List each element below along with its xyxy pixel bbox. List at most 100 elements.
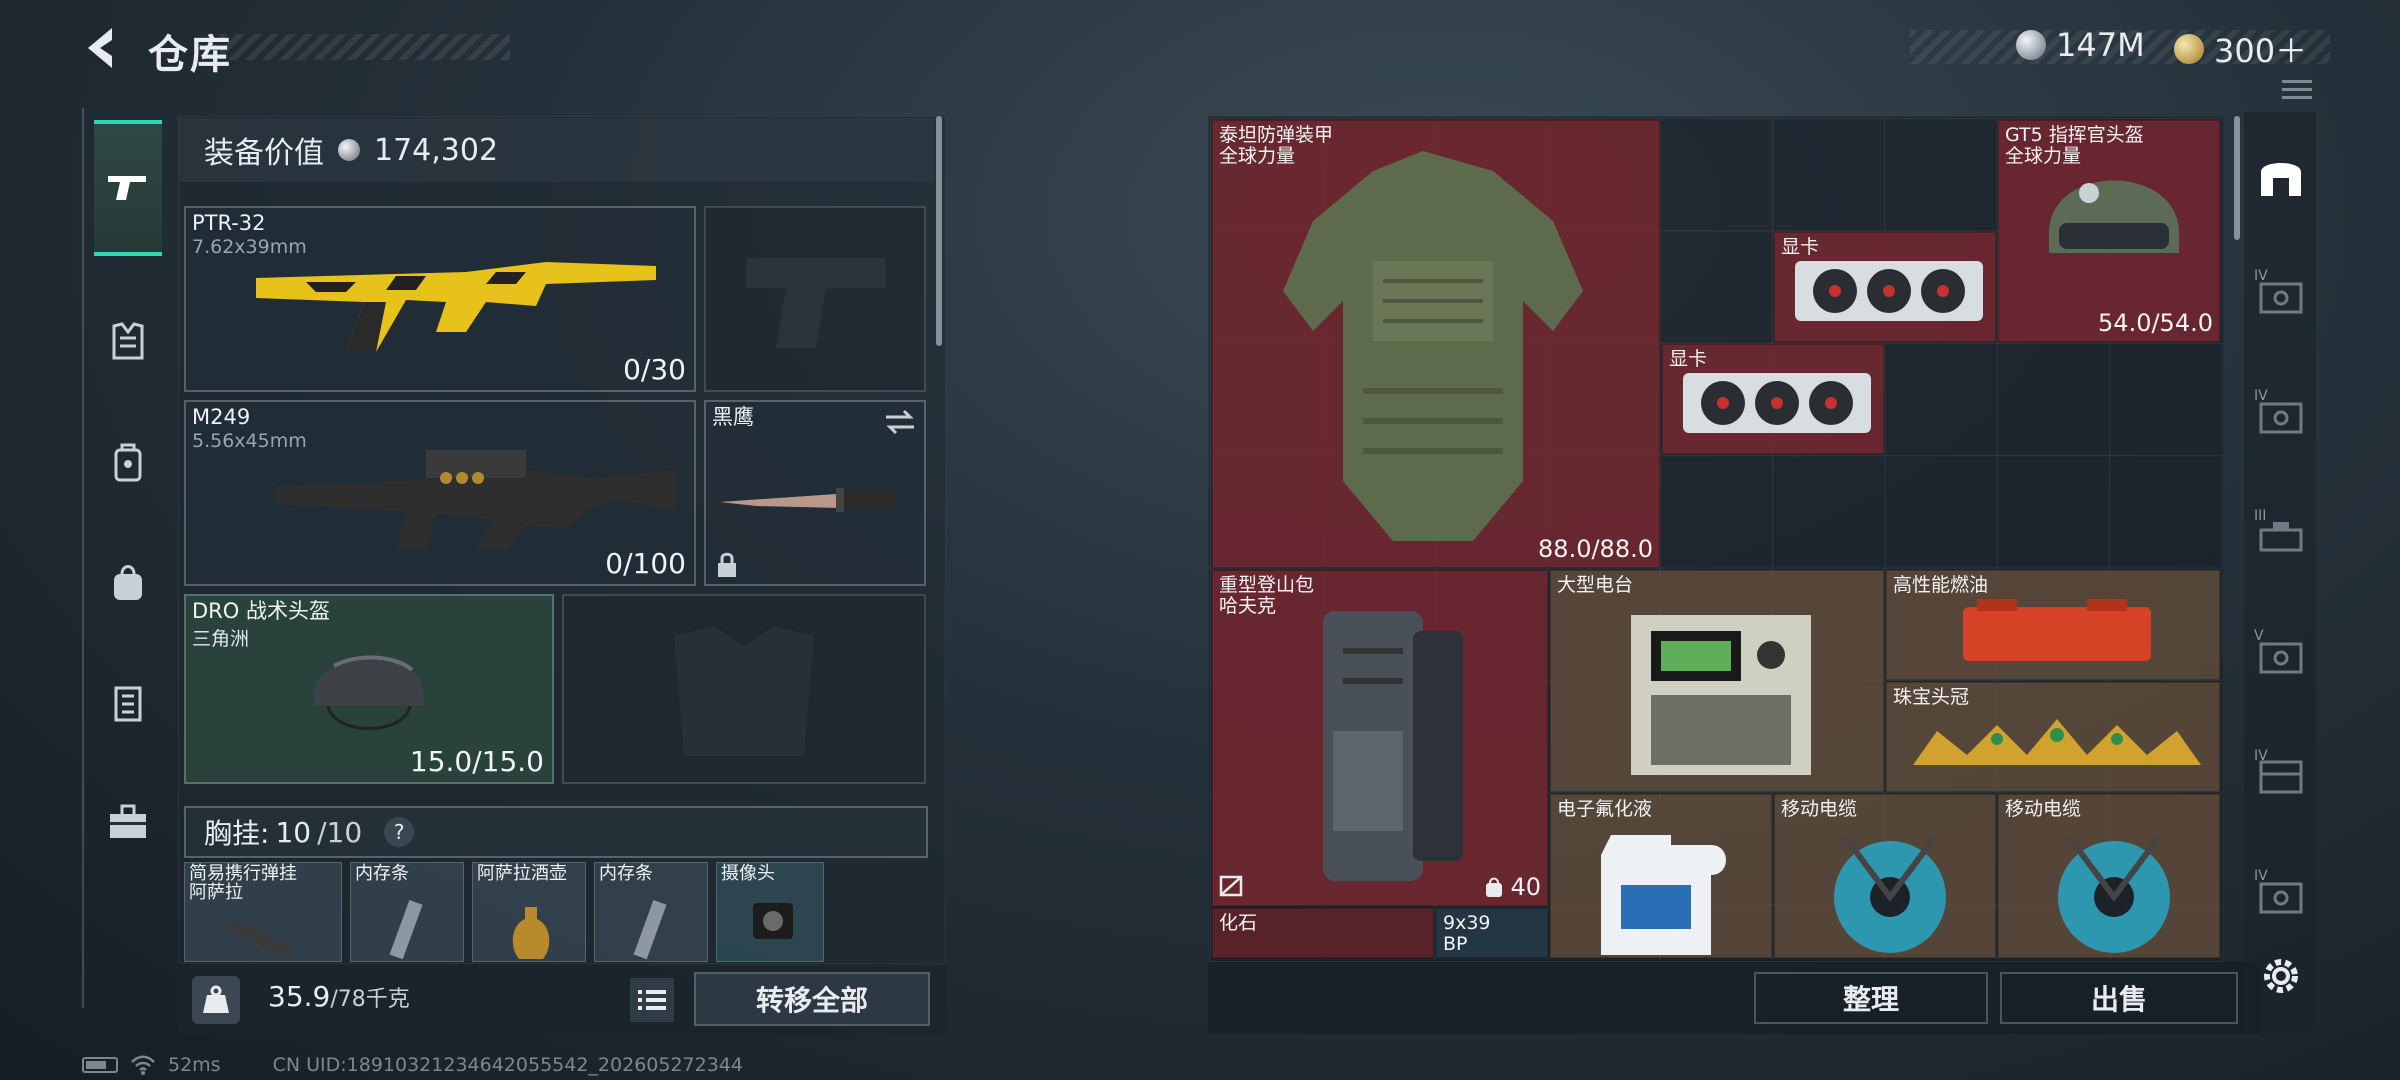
sort-button[interactable]: 整理 xyxy=(1754,972,1988,1024)
stash-item-ammo[interactable]: 9x39 BP xyxy=(1436,908,1548,958)
primary-weapon-slot[interactable]: PTR-32 7.62x39mm 0/30 xyxy=(184,206,696,392)
stash-item-fossil[interactable]: 化石 xyxy=(1212,908,1434,958)
weapon-caliber: 5.56x45mm xyxy=(192,430,307,452)
uid-text: CN UID:18910321234642055542_202605272344 xyxy=(272,1054,743,1076)
item-name: 显卡 xyxy=(1781,236,1820,258)
silver-coin-icon xyxy=(338,139,360,161)
item-name: 电子氟化液 xyxy=(1557,798,1653,820)
gold-coin-icon xyxy=(2174,34,2204,64)
weapon-name: M249 xyxy=(192,405,251,429)
weapon-caliber: 7.62x39mm xyxy=(192,236,307,258)
stash-item-crown[interactable]: 珠宝头冠 xyxy=(1886,682,2220,792)
settings-button[interactable] xyxy=(2254,950,2308,1002)
melee-slot[interactable]: 黑鹰 xyxy=(704,400,926,586)
stash-item-fuel[interactable]: 高性能燃油 xyxy=(1886,570,2220,680)
sell-button[interactable]: 出售 xyxy=(2000,972,2238,1024)
pistol-placeholder-icon xyxy=(746,258,886,348)
body-armor-slot[interactable] xyxy=(562,594,926,784)
melee-name: 黑鹰 xyxy=(712,405,754,429)
stash-item-armor[interactable]: 泰坦防弹装甲 全球力量 88.0/88.0 xyxy=(1212,120,1660,568)
stash-tab[interactable]: IV xyxy=(2254,388,2308,440)
chest-rig-total: /10 xyxy=(317,815,363,849)
weight-readout: 35.9/78千克 xyxy=(268,980,410,1013)
gold-currency[interactable]: 300＋ xyxy=(2174,26,2307,72)
list-view-button[interactable] xyxy=(630,978,674,1022)
battery-icon xyxy=(82,1057,118,1073)
stash-tab[interactable]: IV xyxy=(2254,748,2308,800)
bag-icon xyxy=(1486,877,1503,897)
ammo-count: 0/100 xyxy=(605,547,686,580)
secondary-weapon-slot[interactable]: M249 5.56x45mm 0/100 xyxy=(184,400,696,586)
item-name: 泰坦防弹装甲 全球力量 xyxy=(1219,124,1334,167)
equipment-value-label: 装备价值 xyxy=(204,136,324,171)
equipment-value-bar: 装备价值 174,302 xyxy=(178,118,934,182)
stash-tab[interactable]: V xyxy=(2254,628,2308,680)
tab-chest-rig[interactable] xyxy=(94,668,162,736)
item-durability: 88.0/88.0 xyxy=(1538,535,1653,563)
crown-image xyxy=(1913,719,2201,765)
helmet-slot[interactable]: DRO 战术头盔 三角洲 15.0/15.0 xyxy=(184,594,554,784)
vest-item[interactable]: 阿萨拉酒壶 xyxy=(472,862,586,962)
tab-weapons[interactable] xyxy=(94,120,162,256)
weight-current: 35.9 xyxy=(268,980,331,1013)
vest-item-name: 内存条 xyxy=(355,863,409,884)
weight-max: /78千克 xyxy=(330,987,410,1012)
helmet-name: DRO 战术头盔 xyxy=(192,599,330,623)
gpu-image xyxy=(1795,261,1983,321)
ram-stick-image xyxy=(389,900,423,960)
tab-tier: IV xyxy=(2254,748,2268,764)
back-icon[interactable] xyxy=(78,22,126,74)
item-name: GT5 指挥官头盔 全球力量 xyxy=(2005,124,2144,167)
flask-image xyxy=(512,907,550,959)
tab-tier: IV xyxy=(2254,268,2268,284)
vest-item-name: 摄像头 xyxy=(721,863,775,884)
tab-medical[interactable] xyxy=(94,788,162,856)
category-sidebar xyxy=(82,108,172,1008)
stash-item-cable[interactable]: 移动电缆 xyxy=(1774,794,1996,958)
vest-item-name: 简易携行弹挂 阿萨拉 xyxy=(189,863,297,903)
stash-scrollbar[interactable] xyxy=(2234,116,2240,240)
item-name: 9x39 BP xyxy=(1443,912,1491,955)
tab-backpack[interactable] xyxy=(94,428,162,496)
stash-item-cable[interactable]: 移动电缆 xyxy=(1998,794,2220,958)
tab-tier: V xyxy=(2254,628,2264,644)
vest-item[interactable]: 简易携行弹挂 阿萨拉 xyxy=(184,862,342,962)
ram-stick-image xyxy=(633,900,667,960)
tab-tier: IV xyxy=(2254,868,2268,884)
vest-item[interactable]: 内存条 xyxy=(350,862,464,962)
equipment-scrollbar[interactable] xyxy=(936,116,942,346)
swap-icon[interactable] xyxy=(884,408,916,436)
item-name: 化石 xyxy=(1219,912,1258,934)
help-icon[interactable]: ? xyxy=(384,817,415,847)
menu-icon[interactable] xyxy=(2282,78,2312,100)
stash-item-backpack[interactable]: 重型登山包 哈夫克 40 xyxy=(1212,570,1548,906)
stash-tab[interactable]: IV xyxy=(2254,868,2308,920)
no-insure-icon xyxy=(1219,875,1243,897)
stash-item-gpu[interactable]: 显卡 xyxy=(1774,232,1996,342)
helmet-map: 三角洲 xyxy=(192,628,250,650)
stash-tab[interactable]: IV xyxy=(2254,268,2308,320)
vest-item[interactable]: 摄像头 xyxy=(716,862,824,962)
helmet-image xyxy=(2049,180,2179,253)
pistol-slot[interactable] xyxy=(704,206,926,392)
stash-home-tab[interactable] xyxy=(2254,150,2308,202)
vest-item-name: 内存条 xyxy=(599,863,653,884)
fuel-image xyxy=(1963,599,2151,661)
item-name: 移动电缆 xyxy=(2005,798,2082,820)
pistol-icon xyxy=(108,176,146,200)
ammo-count: 0/30 xyxy=(623,353,686,386)
stash-item-gpu[interactable]: 显卡 xyxy=(1662,344,1884,454)
tab-bag[interactable] xyxy=(94,548,162,616)
lock-icon xyxy=(718,552,736,577)
transfer-all-button[interactable]: 转移全部 xyxy=(694,972,930,1026)
vest-item[interactable]: 内存条 xyxy=(594,862,708,962)
vest-item-name: 阿萨拉酒壶 xyxy=(477,863,567,884)
stash-tab-sidebar: IV IV III V IV IV xyxy=(2244,112,2316,1032)
stash-item-helmet[interactable]: GT5 指挥官头盔 全球力量 54.0/54.0 xyxy=(1998,120,2220,342)
stash-tab[interactable]: III xyxy=(2254,508,2308,560)
stash-item-coolant[interactable]: 电子氟化液 xyxy=(1550,794,1772,958)
rifle-image xyxy=(256,262,656,352)
item-name: 移动电缆 xyxy=(1781,798,1858,820)
stash-item-radio[interactable]: 大型电台 xyxy=(1550,570,1884,792)
tab-armor[interactable] xyxy=(94,308,162,376)
